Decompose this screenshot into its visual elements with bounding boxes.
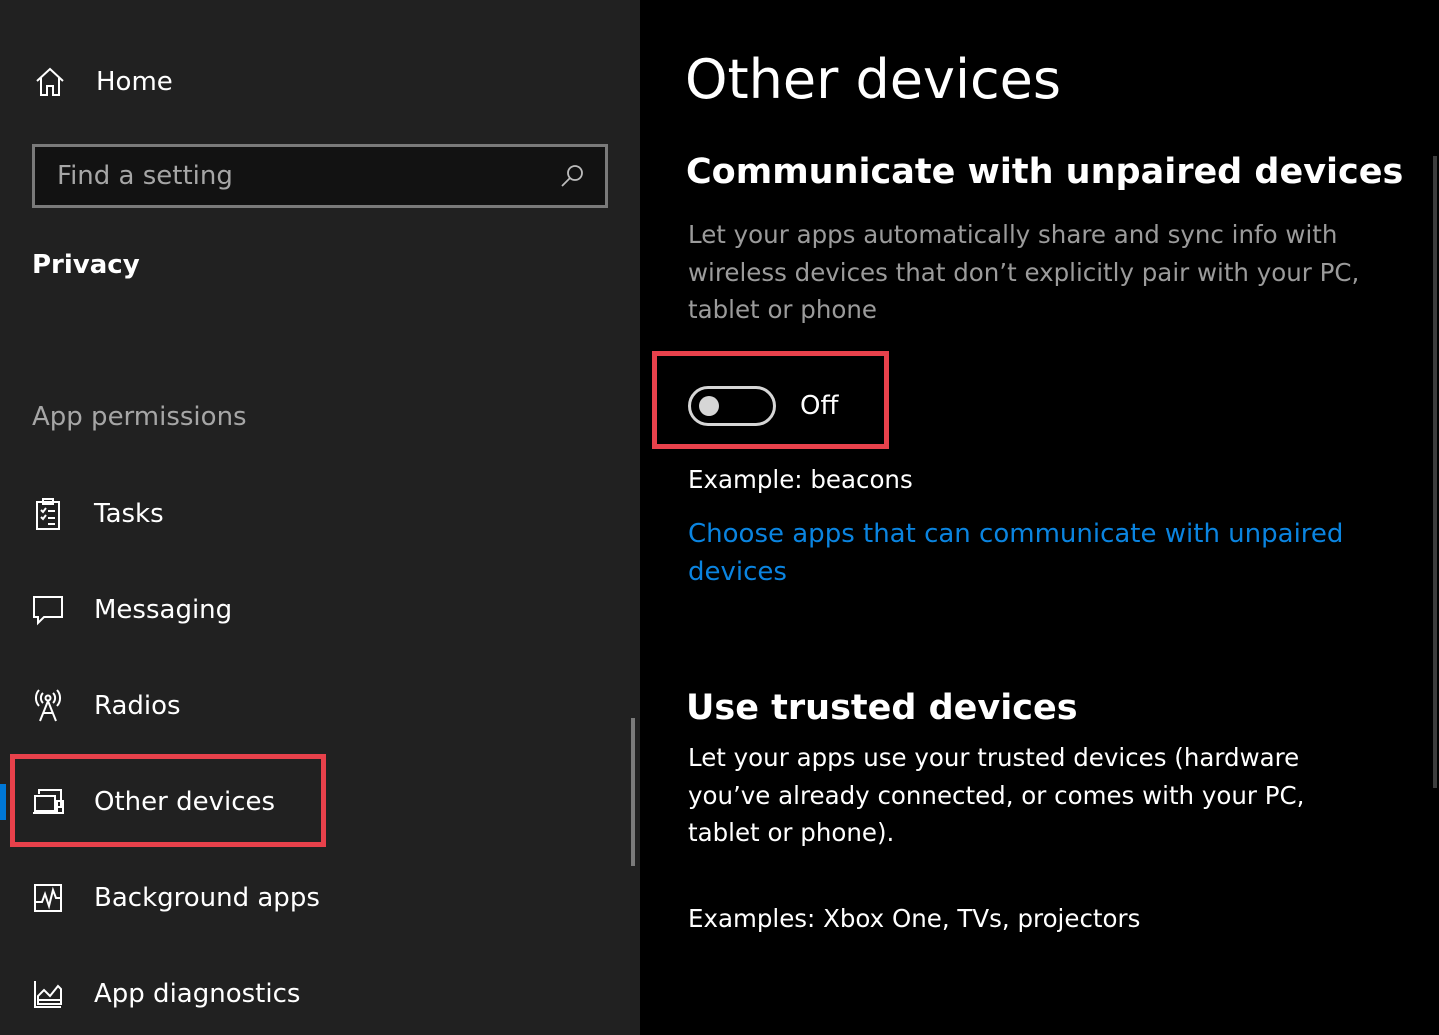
- radio-tower-icon: [30, 688, 66, 724]
- nav-home[interactable]: Home: [32, 58, 592, 106]
- sidebar-item-label: Messaging: [94, 595, 233, 625]
- sidebar-item-app-diagnostics[interactable]: App diagnostics: [0, 954, 630, 1034]
- sidebar-scrollbar[interactable]: [631, 718, 635, 866]
- home-icon: [32, 64, 68, 100]
- sidebar-item-label: Tasks: [94, 499, 164, 529]
- toggle-switch[interactable]: [688, 386, 776, 426]
- tasks-icon: [30, 496, 66, 532]
- toggle-knob: [699, 396, 719, 416]
- sidebar-item-messaging[interactable]: Messaging: [0, 570, 630, 650]
- search-input[interactable]: Find a setting: [32, 144, 608, 208]
- section-title: Privacy: [32, 250, 140, 280]
- background-apps-icon: [30, 880, 66, 916]
- sidebar-item-radios[interactable]: Radios: [0, 666, 630, 746]
- unpaired-description: Let your apps automatically share and sy…: [688, 220, 1360, 324]
- highlight-box: [10, 754, 326, 847]
- main-content: Other devices Communicate with unpaired …: [640, 0, 1439, 1035]
- message-icon: [30, 592, 66, 628]
- sidebar-item-label: Background apps: [94, 883, 320, 913]
- selected-indicator: [0, 784, 6, 820]
- group-title: App permissions: [32, 402, 247, 432]
- sidebar-item-label: App diagnostics: [94, 979, 301, 1009]
- unpaired-heading: Communicate with unpaired devices: [686, 152, 1404, 192]
- sidebar-item-background-apps[interactable]: Background apps: [0, 858, 630, 938]
- sidebar-item-label: Radios: [94, 691, 181, 721]
- search-icon[interactable]: [557, 161, 587, 191]
- trusted-description: Let your apps use your trusted devices (…: [688, 743, 1305, 847]
- unpaired-toggle[interactable]: Off: [688, 386, 838, 426]
- trusted-examples: Examples: Xbox One, TVs, projectors: [688, 904, 1141, 933]
- diagnostics-icon: [30, 976, 66, 1012]
- toggle-state-label: Off: [800, 391, 839, 421]
- page-title: Other devices: [685, 48, 1061, 111]
- search-placeholder: Find a setting: [57, 161, 233, 191]
- trusted-heading: Use trusted devices: [686, 688, 1078, 728]
- unpaired-example: Example: beacons: [688, 465, 913, 494]
- choose-apps-link[interactable]: Choose apps that can communicate with un…: [688, 516, 1348, 591]
- nav-home-label: Home: [96, 67, 173, 97]
- sidebar-item-tasks[interactable]: Tasks: [0, 474, 630, 554]
- sidebar: Home Find a setting Privacy App permissi…: [0, 0, 640, 1035]
- main-scrollbar[interactable]: [1433, 156, 1437, 788]
